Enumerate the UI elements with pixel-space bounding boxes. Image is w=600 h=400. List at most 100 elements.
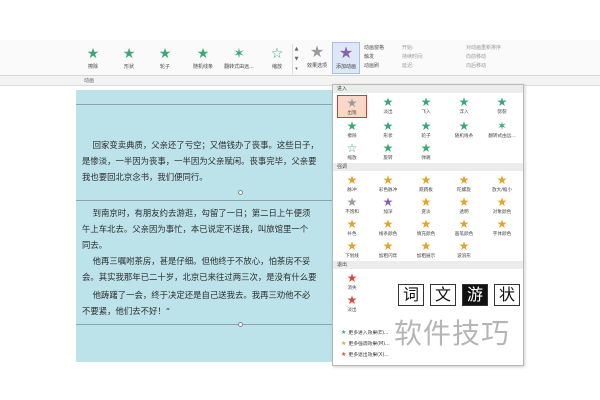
paragraph-line: 到南京时，有朋友约去游逛，勾留了一日；第二日上午便须	[82, 208, 311, 218]
chevron-down-icon[interactable]: ▼	[293, 54, 300, 64]
entrance-float-in[interactable]: ★ 浮入	[449, 95, 479, 116]
effect-options-star-icon: ★	[309, 42, 325, 61]
slide-fragment: 游	[462, 284, 488, 306]
emphasis-bold-flash[interactable]: ★ 加粗闪烁	[373, 239, 403, 260]
section-header-exit: 退出	[333, 261, 523, 269]
slide-fragment: 状	[494, 284, 520, 306]
emphasis-grow-shrink[interactable]: ★ 放大/缩小	[487, 173, 517, 194]
section-header-entrance: 进入	[333, 85, 523, 93]
exit-fade[interactable]: ★ 淡出	[337, 293, 367, 314]
entrance-wheel[interactable]: ★ 轮子	[411, 119, 441, 140]
ribbon-effect-grow-turn[interactable]: ✶ 翻转式由远...	[220, 46, 258, 70]
darken-star-icon: ★	[382, 195, 394, 209]
brush-color-star-icon: ★	[458, 217, 470, 231]
fade-star-icon: ★	[382, 95, 394, 109]
fade-out-star-icon: ★	[346, 293, 358, 307]
paragraph-line: 他再三嘱咐茶房，甚是仔细。但他终于不放心，怕茶房不妥	[82, 256, 311, 266]
transparency-star-icon: ★	[458, 195, 470, 209]
grow-turn-star-icon: ✶	[496, 119, 508, 133]
teeter-star-icon: ★	[420, 173, 432, 187]
color-pulse-star-icon: ★	[382, 173, 394, 187]
effect-options-button[interactable]: ★ 效果选项	[303, 42, 331, 69]
entrance-split[interactable]: ★ 劈裂	[487, 95, 517, 116]
emphasis-spin[interactable]: ★ 陀螺旋	[449, 173, 479, 194]
animation-painter-button[interactable]: 动画刷	[364, 62, 384, 71]
disappear-star-icon: ★	[346, 271, 358, 285]
shape-star-icon: ★	[122, 46, 136, 62]
entrance-zoom[interactable]: ☆ 缩放	[337, 141, 367, 162]
emphasis-brush-color[interactable]: ★ 画笔颜色	[449, 217, 479, 238]
emphasis-pulse[interactable]: ★ 脉冲	[337, 173, 367, 194]
line-color-star-icon: ★	[382, 217, 394, 231]
more-emphasis-effects-link[interactable]: ★ 更多强调效果(M)...	[341, 340, 390, 347]
emphasis-line-color[interactable]: ★ 线条颜色	[373, 217, 403, 238]
fill-color-star-icon: ★	[420, 217, 432, 231]
entrance-appear[interactable]: ★ 出现	[337, 95, 367, 118]
move-later-button[interactable]: 向后移动	[466, 62, 501, 71]
ribbon-effect-wheel[interactable]: ★ 轮子	[146, 46, 184, 70]
exit-disappear[interactable]: ★ 消失	[337, 271, 367, 292]
emphasis-transparency[interactable]: ★ 透明	[449, 195, 479, 216]
selection-border-mid	[76, 200, 332, 201]
animation-pane-button[interactable]: 动画窗格	[364, 44, 384, 53]
float-in-star-icon: ★	[458, 95, 470, 109]
document-page[interactable]: 回家变卖典质，父亲还了亏空；又借钱办了丧事。这些日子， 是惨淡，一半因为丧事，一…	[76, 90, 332, 362]
ribbon-effect-random-bars[interactable]: ★ 随机线条	[184, 46, 222, 70]
paragraph-line: 会。其实我那年已二十岁，北京已来往过两三次，是没有什么要	[82, 272, 317, 282]
ribbon-effect-wipe[interactable]: ★ 擦除	[74, 46, 112, 70]
paragraph-line: 不要紧，他们去不好！”	[82, 306, 171, 316]
animation-pane-options: 动画窗格 触发 动画刷	[364, 44, 384, 71]
add-animation-button[interactable]: ★ 添加动画	[332, 42, 360, 74]
emphasis-wave[interactable]: ★ 波浪形	[449, 239, 479, 260]
entrance-fly-in[interactable]: ★ 飞入	[411, 95, 441, 116]
entrance-grow-turn[interactable]: ✶ 翻转式由远...	[487, 119, 517, 140]
selection-handle[interactable]	[238, 322, 243, 327]
ribbon-effect-zoom[interactable]: ☆ 缩放	[258, 46, 296, 70]
slide-fragment: 词	[398, 284, 424, 306]
start-label: 开始:	[402, 45, 414, 51]
emphasis-darken[interactable]: ★ 加深	[373, 195, 403, 216]
emphasis-object-color[interactable]: ★ 对象颜色	[487, 195, 517, 216]
underline-star-icon: ★	[346, 239, 358, 253]
zoom-star-icon: ☆	[346, 141, 358, 155]
entrance-shape[interactable]: ★ 形状	[373, 119, 403, 140]
gallery-scroll-buttons[interactable]: ▲ ▼ ▾	[292, 44, 300, 74]
grow-turn-star-icon: ✶	[233, 46, 245, 62]
pulse-star-icon: ★	[346, 173, 358, 187]
emphasis-underline[interactable]: ★ 下划线	[337, 239, 367, 260]
slide-fragment: 文	[430, 284, 456, 306]
animation-group-label: 动画	[84, 78, 95, 84]
emphasis-complementary-color[interactable]: ★ 补色	[337, 217, 367, 238]
entrance-swivel[interactable]: ★ 旋转	[373, 141, 403, 162]
more-exit-effects-link[interactable]: ★ 更多退出效果(X)...	[341, 351, 389, 358]
emphasis-desaturate[interactable]: ★ 不饱和	[337, 195, 367, 216]
more-entrance-effects-link[interactable]: ★ 更多进入效果(E)...	[341, 329, 389, 336]
fly-in-star-icon: ★	[420, 95, 432, 109]
chevron-up-icon[interactable]: ▲	[293, 44, 300, 54]
emphasis-fill-color[interactable]: ★ 填充颜色	[411, 217, 441, 238]
emphasis-bold-reveal[interactable]: ★ 加粗展示	[411, 239, 441, 260]
paragraph-line: 我也要回北京念书，我们便同行。	[82, 172, 208, 182]
slide-text-fragments: 词 文 游 状	[398, 284, 522, 306]
selection-border-top	[76, 104, 332, 105]
ribbon-effect-shape[interactable]: ★ 形状	[110, 46, 148, 70]
entrance-wipe[interactable]: ★ 擦除	[337, 119, 367, 140]
entrance-star-icon: ★	[341, 329, 347, 336]
selection-handle[interactable]	[238, 190, 243, 195]
zoom-star-icon: ☆	[270, 46, 284, 62]
emphasis-lighten[interactable]: ★ 变淡	[411, 195, 441, 216]
emphasis-font-color[interactable]: ★ 字体颜色	[487, 217, 517, 238]
bounce-star-icon: ★	[420, 141, 432, 155]
entrance-fade[interactable]: ★ 淡出	[373, 95, 403, 116]
move-earlier-button[interactable]: 向前移动	[466, 53, 501, 62]
timing-options: 开始: 持续时间: 延迟:	[402, 44, 424, 71]
emphasis-color-pulse[interactable]: ★ 彩色脉冲	[373, 173, 403, 194]
entrance-random-bars[interactable]: ★ 随机线条	[449, 119, 479, 140]
trigger-button[interactable]: 触发	[364, 53, 384, 62]
wipe-star-icon: ★	[86, 46, 100, 62]
emphasis-teeter[interactable]: ★ 跷跷板	[411, 173, 441, 194]
entrance-bounce[interactable]: ★ 弹跳	[411, 141, 441, 162]
grow-shrink-star-icon: ★	[496, 173, 508, 187]
random-bars-star-icon: ★	[196, 46, 210, 62]
more-icon[interactable]: ▾	[293, 64, 300, 74]
